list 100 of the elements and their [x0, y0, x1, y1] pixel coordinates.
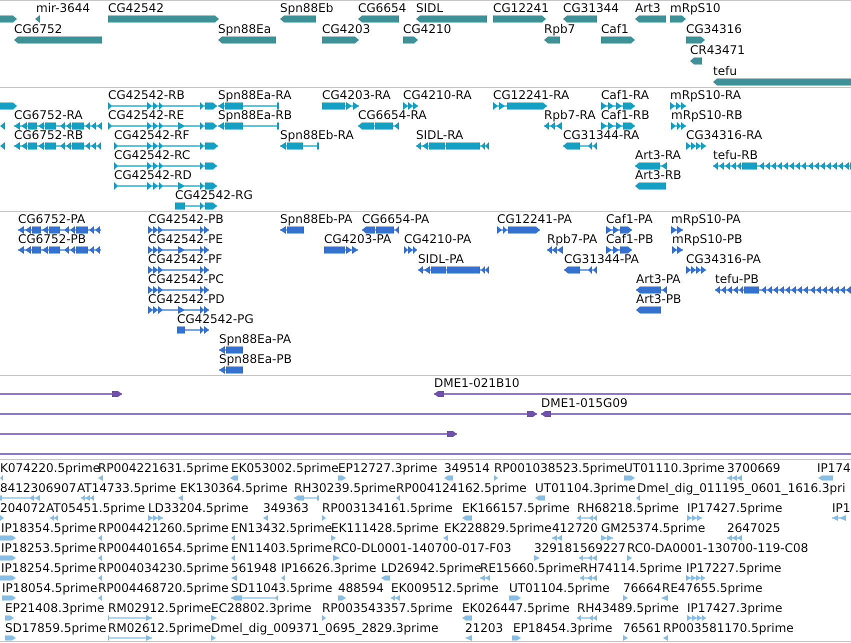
protein-arrow[interactable] — [18, 226, 101, 234]
gene-arrow[interactable] — [601, 36, 635, 44]
transcript-arrow[interactable] — [114, 162, 217, 170]
protein-arrow[interactable] — [148, 246, 209, 254]
read-arrow[interactable] — [338, 594, 346, 601]
gene-arrow[interactable] — [563, 15, 597, 23]
read-arrow[interactable] — [294, 494, 319, 501]
read-arrow[interactable] — [338, 474, 346, 481]
protein-arrow[interactable] — [219, 346, 243, 354]
read-arrow[interactable] — [322, 514, 326, 521]
protein-arrow[interactable] — [606, 226, 632, 234]
read-arrow[interactable] — [391, 594, 400, 601]
transcript-arrow[interactable] — [14, 122, 102, 130]
transcript-arrow[interactable] — [280, 142, 319, 150]
read-arrow[interactable] — [0, 574, 16, 581]
protein-arrow[interactable] — [564, 266, 597, 274]
read-arrow[interactable] — [577, 614, 597, 621]
transcript-arrow[interactable] — [108, 122, 217, 130]
transcript-arrow[interactable] — [686, 142, 706, 150]
read-arrow[interactable] — [211, 634, 216, 641]
read-arrow[interactable] — [687, 514, 702, 521]
read-arrow[interactable] — [231, 534, 235, 541]
read-arrow[interactable] — [230, 474, 238, 481]
read-arrow[interactable] — [577, 514, 597, 521]
clone-arrow[interactable] — [0, 410, 537, 416]
clone-arrow[interactable] — [434, 390, 851, 396]
read-arrow[interactable] — [333, 554, 340, 561]
transcript-arrow[interactable] — [416, 142, 489, 150]
protein-arrow[interactable] — [362, 226, 399, 234]
read-arrow[interactable] — [98, 554, 102, 561]
read-arrow[interactable] — [687, 614, 706, 621]
transcript-arrow[interactable] — [601, 102, 635, 110]
gene-arrow[interactable] — [218, 36, 276, 44]
read-arrow[interactable] — [663, 634, 668, 641]
read-arrow[interactable] — [0, 514, 4, 521]
transcript-arrow[interactable] — [670, 102, 686, 110]
protein-arrow[interactable] — [636, 286, 667, 294]
read-arrow[interactable] — [331, 534, 336, 541]
read-arrow[interactable] — [81, 494, 94, 501]
read-arrow[interactable] — [148, 514, 163, 521]
transcript-arrow[interactable] — [713, 162, 851, 170]
read-arrow[interactable] — [580, 574, 597, 581]
gene-arrow[interactable] — [635, 15, 666, 23]
protein-arrow[interactable] — [547, 246, 563, 254]
transcript-arrow[interactable] — [544, 122, 562, 130]
read-arrow[interactable] — [231, 594, 278, 601]
read-arrow[interactable] — [322, 614, 326, 621]
read-arrow[interactable] — [579, 554, 597, 561]
read-arrow[interactable] — [623, 594, 628, 601]
gene-arrow[interactable] — [686, 36, 705, 44]
read-arrow[interactable] — [2, 594, 16, 601]
read-arrow[interactable] — [623, 634, 628, 641]
read-arrow[interactable] — [98, 594, 102, 601]
transcript-arrow[interactable] — [601, 122, 635, 130]
gene-arrow[interactable] — [670, 15, 686, 23]
read-arrow[interactable] — [178, 494, 183, 501]
read-arrow[interactable] — [832, 514, 846, 521]
transcript-arrow[interactable] — [108, 102, 217, 110]
protein-arrow[interactable] — [148, 226, 209, 234]
read-arrow[interactable] — [818, 474, 833, 481]
gene-arrow[interactable] — [358, 15, 399, 23]
read-arrow[interactable] — [5, 634, 16, 641]
gene-arrow[interactable] — [280, 15, 316, 23]
protein-arrow[interactable] — [324, 246, 358, 254]
read-arrow[interactable] — [108, 614, 152, 621]
read-arrow[interactable] — [98, 534, 102, 541]
read-arrow[interactable] — [231, 574, 237, 581]
read-arrow[interactable] — [443, 534, 448, 541]
protein-arrow[interactable] — [672, 246, 683, 254]
protein-arrow[interactable] — [148, 266, 209, 274]
protein-arrow[interactable] — [606, 246, 632, 254]
read-arrow[interactable] — [281, 574, 285, 581]
gene-arrow[interactable] — [0, 15, 17, 23]
transcript-arrow[interactable] — [14, 142, 101, 150]
read-arrow[interactable] — [211, 614, 217, 621]
transcript-arrow[interactable] — [0, 122, 5, 130]
protein-arrow[interactable] — [636, 306, 661, 314]
gene-arrow[interactable] — [403, 36, 418, 44]
read-arrow[interactable] — [462, 614, 472, 621]
protein-arrow[interactable] — [715, 286, 851, 294]
read-arrow[interactable] — [50, 514, 58, 521]
protein-arrow[interactable] — [497, 226, 540, 234]
protein-arrow[interactable] — [219, 366, 243, 374]
transcript-arrow[interactable] — [493, 102, 547, 110]
transcript-arrow[interactable] — [635, 162, 667, 170]
clone-arrow[interactable] — [0, 430, 457, 436]
gene-arrow[interactable] — [690, 57, 702, 65]
transcript-arrow[interactable] — [218, 122, 279, 130]
transcript-arrow[interactable] — [114, 182, 217, 190]
transcript-arrow[interactable] — [0, 142, 5, 150]
protein-arrow[interactable] — [18, 246, 101, 254]
gene-arrow[interactable] — [35, 15, 40, 23]
transcript-arrow[interactable] — [671, 122, 686, 130]
transcript-arrow[interactable] — [114, 142, 218, 150]
read-arrow[interactable] — [686, 574, 705, 581]
read-arrow[interactable] — [0, 494, 40, 501]
clone-line[interactable] — [0, 452, 851, 454]
protein-arrow[interactable] — [404, 246, 417, 254]
read-arrow[interactable] — [5, 614, 14, 621]
read-arrow[interactable] — [627, 554, 632, 561]
